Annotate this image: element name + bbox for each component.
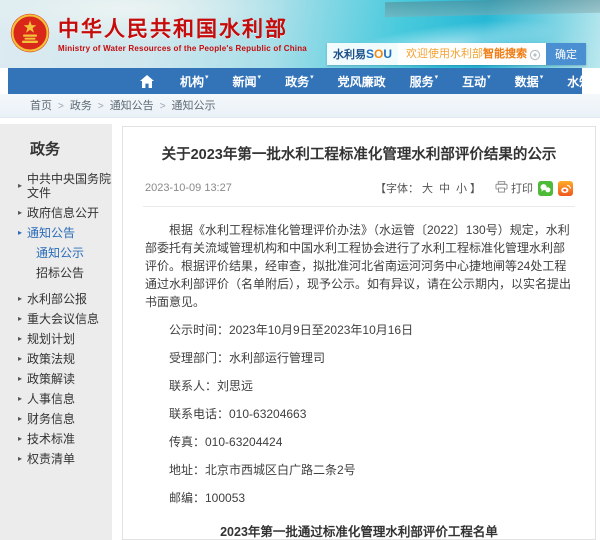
- sidebar-item-policy-interpretation[interactable]: ▸政策解读: [0, 369, 112, 389]
- address: 地址：北京市西城区白广路二条2号: [145, 461, 573, 478]
- site-subtitle: Ministry of Water Resources of the Peopl…: [58, 44, 307, 53]
- breadcrumb-gov-affairs[interactable]: 政务: [70, 100, 92, 112]
- print-button[interactable]: 打印: [495, 180, 533, 196]
- search-input[interactable]: [398, 43, 546, 65]
- breadcrumb-home[interactable]: 首页: [30, 100, 52, 112]
- font-size-large-button[interactable]: 大: [422, 180, 433, 196]
- arrow-right-icon: ▸: [18, 412, 22, 426]
- content-area: 政务 ▸中共中央国务院文件 ▸政府信息公开 ▸通知公告 通知公示 招标公告 ▸水…: [0, 118, 600, 540]
- sidebar-item-gazette[interactable]: ▸水利部公报: [0, 289, 112, 309]
- page-title: 关于2023年第一批水利工程标准化管理水利部评价结果的公示: [151, 145, 567, 166]
- sidebar-item-bidding-notices[interactable]: 招标公告: [0, 263, 112, 283]
- project-list-title: 2023年第一批通过标准化管理水利部评价工程名单: [145, 521, 573, 540]
- search-brand-letter: U: [383, 47, 392, 61]
- banner-decoration: [385, 0, 600, 17]
- national-emblem-icon: [10, 13, 50, 58]
- arrow-right-icon: ▸: [18, 452, 22, 466]
- sidebar-item-policies-regulations[interactable]: ▸政策法规: [0, 349, 112, 369]
- sidebar-item-central-docs[interactable]: ▸中共中央国务院文件: [0, 169, 112, 203]
- publicity-period: 公示时间：2023年10月9日至2023年10月16日: [145, 321, 573, 338]
- site-banner: 中华人民共和国水利部 Ministry of Water Resources o…: [0, 0, 600, 68]
- font-size-label-close: 】: [470, 180, 481, 196]
- nav-item-news[interactable]: 新闻▾: [233, 73, 262, 90]
- arrow-right-icon: ▸: [18, 292, 22, 306]
- chevron-down-icon: ▾: [487, 74, 491, 81]
- home-icon[interactable]: [140, 75, 154, 88]
- magnifier-icon: O: [374, 47, 383, 61]
- search-brand-letter: S: [366, 47, 374, 61]
- breadcrumb-separator: >: [58, 101, 64, 112]
- breadcrumb-separator: >: [98, 101, 104, 112]
- arrow-right-icon: ▸: [18, 226, 22, 240]
- sidebar-item-personnel[interactable]: ▸人事信息: [0, 389, 112, 409]
- sidebar-item-responsibility-list[interactable]: ▸权责清单: [0, 449, 112, 469]
- chevron-down-icon: ▾: [540, 74, 544, 81]
- article-panel: 关于2023年第一批水利工程标准化管理水利部评价结果的公示 2023-10-09…: [122, 126, 596, 540]
- arrow-right-icon: ▸: [18, 392, 22, 406]
- fax-number: 传真：010-63204424: [145, 433, 573, 450]
- chevron-down-icon: ▾: [310, 74, 314, 81]
- search-brand: 水利易SOU: [327, 43, 398, 65]
- chevron-down-icon: ▾: [258, 74, 262, 81]
- arrow-right-icon: ▸: [18, 372, 22, 386]
- main-nav: 机构▾ 新闻▾ 政务▾ 党风廉政 服务▾ 互动▾ 数据▾ 水知识▾ 监督举报: [8, 68, 582, 94]
- font-size-small-button[interactable]: 小: [456, 180, 467, 196]
- nav-item-data[interactable]: 数据▾: [515, 73, 544, 90]
- accepting-department: 受理部门：水利部运行管理司: [145, 349, 573, 366]
- breadcrumb-current: 通知公示: [172, 100, 216, 112]
- article-body: 根据《水利工程标准化管理评价办法》（水运管〔2022〕130号）规定，水利部委托…: [143, 207, 575, 540]
- weibo-share-icon[interactable]: [558, 181, 573, 196]
- chevron-down-icon: ▾: [205, 74, 209, 81]
- arrow-right-icon: ▸: [18, 352, 22, 366]
- page: 中华人民共和国水利部 Ministry of Water Resources o…: [0, 0, 600, 540]
- arrow-right-icon: ▸: [18, 179, 22, 193]
- nav-item-interaction[interactable]: 互动▾: [462, 73, 491, 90]
- publish-date: 2023-10-09 13:27: [145, 182, 232, 194]
- contact-person: 联系人：刘思远: [145, 377, 573, 394]
- sidebar-item-notice-publicity[interactable]: 通知公示: [0, 243, 112, 263]
- site-title: 中华人民共和国水利部: [58, 18, 307, 41]
- article-tools: 【字体： 大 中 小 】 打印: [375, 180, 573, 196]
- sidebar-item-major-meetings[interactable]: ▸重大会议信息: [0, 309, 112, 329]
- nav-item-water-knowledge[interactable]: 水知识▾: [567, 73, 600, 90]
- chevron-down-icon: ▾: [435, 74, 439, 81]
- arrow-right-icon: ▸: [18, 206, 22, 220]
- sidebar-item-technical-standards[interactable]: ▸技术标准: [0, 429, 112, 449]
- font-size-medium-button[interactable]: 中: [439, 180, 450, 196]
- article-meta: 2023-10-09 13:27 【字体： 大 中 小 】: [143, 180, 575, 207]
- contact-phone: 联系电话：010-63204663: [145, 405, 573, 422]
- nav-item-services[interactable]: 服务▾: [410, 73, 439, 90]
- brand-text: 中华人民共和国水利部 Ministry of Water Resources o…: [58, 18, 307, 53]
- sidebar-item-notices[interactable]: ▸通知公告: [0, 223, 112, 243]
- nav-item-gov-affairs[interactable]: 政务▾: [285, 73, 314, 90]
- printer-icon: [495, 181, 508, 196]
- sidebar-item-planning[interactable]: ▸规划计划: [0, 329, 112, 349]
- search-confirm-button[interactable]: 确定: [546, 43, 586, 65]
- site-search: 水利易SOU 欢迎使用水利部智能搜索 确定: [327, 43, 586, 65]
- sidebar: 政务 ▸中共中央国务院文件 ▸政府信息公开 ▸通知公告 通知公示 招标公告 ▸水…: [0, 124, 112, 540]
- wechat-share-icon[interactable]: [538, 181, 553, 196]
- nav-item-party-conduct[interactable]: 党风廉政: [338, 73, 386, 90]
- postal-code: 邮编：100053: [145, 489, 573, 506]
- sidebar-item-info-disclosure[interactable]: ▸政府信息公开: [0, 203, 112, 223]
- arrow-right-icon: ▸: [18, 432, 22, 446]
- arrow-right-icon: ▸: [18, 312, 22, 326]
- font-size-label: 【字体：: [375, 180, 419, 196]
- sidebar-title: 政务: [0, 134, 112, 169]
- search-brand-prefix: 水利易: [333, 46, 366, 62]
- breadcrumb: 首页 > 政务 > 通知公告 > 通知公示: [0, 94, 600, 118]
- nav-item-orgs[interactable]: 机构▾: [180, 73, 209, 90]
- search-box: 欢迎使用水利部智能搜索: [398, 43, 546, 65]
- breadcrumb-notices[interactable]: 通知公告: [110, 100, 154, 112]
- site-brand: 中华人民共和国水利部 Ministry of Water Resources o…: [10, 13, 307, 58]
- breadcrumb-separator: >: [160, 101, 166, 112]
- article-paragraph: 根据《水利工程标准化管理评价办法》（水运管〔2022〕130号）规定，水利部委托…: [145, 221, 573, 311]
- arrow-right-icon: ▸: [18, 332, 22, 346]
- voice-search-icon[interactable]: [529, 48, 541, 60]
- sidebar-item-finance[interactable]: ▸财务信息: [0, 409, 112, 429]
